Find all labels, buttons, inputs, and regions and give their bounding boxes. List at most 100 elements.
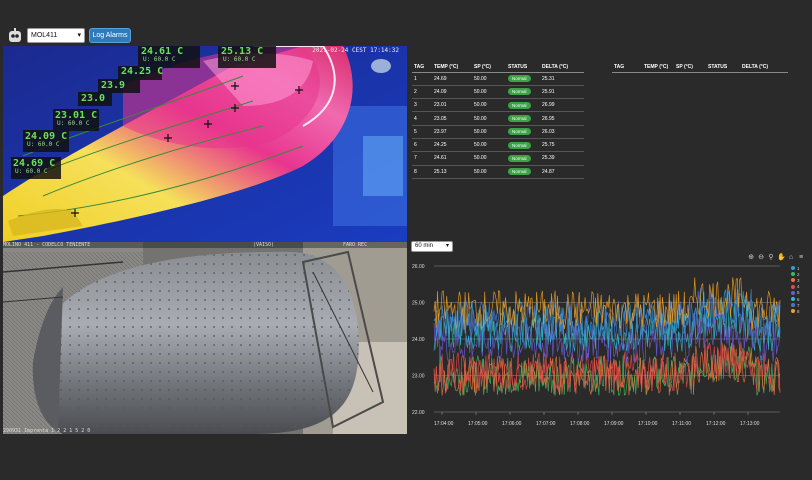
table-row: 2 24.09 50.00 Normal 25.91 (412, 85, 584, 100)
camera-caption-right: FARO REC (343, 242, 368, 248)
legend-swatch (791, 297, 795, 302)
camera-caption-bottom: 290931 Imprenta 1 2 2 1 5 2 0 (3, 428, 91, 434)
delta-cell: 24.87 (540, 165, 584, 179)
mill-select[interactable]: MOL411 ▾ (27, 28, 85, 43)
col-temp: TEMP (°C) (642, 63, 674, 73)
x-tick-label: 17:08:00 (570, 421, 590, 427)
tag-cell: 8 (412, 165, 432, 179)
chart-legend: 12345678 (791, 265, 809, 315)
legend-swatch (791, 266, 795, 271)
table-row: 1 24.69 50.00 Normal 25.31 (412, 72, 584, 86)
tag-cell: 3 (412, 98, 432, 113)
top-bar: MOL411 ▾ Log Alarms (0, 26, 812, 46)
spot-label-5: 23.9 (101, 80, 126, 91)
status-badge: Normal (508, 101, 531, 109)
mill-photo (3, 242, 407, 434)
chevron-down-icon: ▾ (445, 243, 449, 249)
delta-cell: 26.95 (540, 111, 584, 126)
y-tick-label: 24.00 (412, 337, 425, 343)
status-cell: Normal (506, 85, 540, 100)
legend-swatch (791, 303, 795, 308)
y-tick-label: 22.00 (412, 410, 425, 416)
legend-label: 1 (797, 265, 800, 271)
spot-label-4: 23.0 (81, 93, 106, 104)
camera-caption-top: MOLINO 411 - CODELCO TENIENTE (VAISO) FA… (3, 242, 407, 248)
status-cell: Normal (506, 151, 540, 166)
status-cell: Normal (506, 125, 540, 139)
status-badge: Normal (508, 128, 531, 136)
status-badge: Normal (508, 115, 531, 123)
x-tick-label: 17:05:00 (468, 421, 488, 427)
legend-label: 4 (797, 284, 800, 290)
temp-cell: 24.09 (432, 85, 472, 100)
thermal-camera-view: 2021-02-24 CEST 17:14:32 24.61 C U: 60.0… (3, 46, 407, 242)
thermal-timestamp: 2021-02-24 CEST 17:14:32 (312, 47, 399, 54)
legend-swatch (791, 272, 795, 277)
app-root: MOL411 ▾ Log Alarms 2021-02-24 CEST 17:1… (0, 0, 812, 480)
delta-cell: 25.39 (540, 151, 584, 166)
col-tag: TAG (612, 63, 642, 73)
sp-cell: 50.00 (472, 138, 506, 153)
delta-cell: 26.03 (540, 125, 584, 139)
status-cell: Normal (506, 98, 540, 113)
tag-cell: 1 (412, 72, 432, 86)
spot-sub-8: U: 60.0 C (223, 56, 256, 63)
status-badge: Normal (508, 168, 531, 176)
legend-swatch (791, 284, 795, 289)
table-row: 8 25.13 50.00 Normal 24.87 (412, 165, 584, 179)
col-status: STATUS (706, 63, 740, 73)
time-range-select[interactable]: 60 min ▾ (411, 241, 453, 252)
table-row: 5 23.97 50.00 Normal 26.03 (412, 125, 584, 139)
legend-swatch (791, 278, 795, 283)
sp-cell: 50.00 (472, 111, 506, 126)
delta-cell: 25.91 (540, 85, 584, 100)
temp-cell: 23.01 (432, 98, 472, 113)
temp-cell: 24.69 (432, 72, 472, 86)
table-row: 6 24.25 50.00 Normal 25.75 (412, 138, 584, 153)
spot-label-6: 24.25 C (121, 66, 164, 77)
legend-label: 7 (797, 302, 800, 308)
x-tick-label: 17:06:00 (502, 421, 522, 427)
sp-cell: 50.00 (472, 165, 506, 179)
delta-cell: 25.31 (540, 72, 584, 86)
status-cell: Normal (506, 165, 540, 179)
col-status: STATUS (506, 63, 540, 73)
col-sp: SP (°C) (674, 63, 706, 73)
camera-caption-mid: (VAISO) (253, 242, 275, 248)
thermal-image (3, 46, 407, 242)
status-badge: Normal (508, 154, 531, 162)
y-tick-label: 23.00 (412, 374, 425, 380)
sp-cell: 50.00 (472, 125, 506, 139)
x-tick-label: 17:09:00 (604, 421, 624, 427)
legend-label: 2 (797, 271, 800, 277)
y-tick-label: 25.00 (412, 301, 425, 307)
sp-cell: 50.00 (472, 98, 506, 113)
col-temp: TEMP (°C) (432, 63, 472, 73)
status-cell: Normal (506, 72, 540, 86)
delta-cell: 26.99 (540, 98, 584, 113)
legend-label: 8 (797, 308, 800, 314)
col-sp: SP (°C) (472, 63, 506, 73)
spot-sub-2: U: 60.0 C (27, 141, 60, 148)
sp-cell: 50.00 (472, 72, 506, 86)
x-tick-label: 17:10:00 (638, 421, 658, 427)
status-badge: Normal (508, 141, 531, 149)
status-badge: Normal (508, 75, 531, 83)
time-range-value: 60 min (415, 243, 434, 249)
tag-cell: 2 (412, 85, 432, 100)
legend-item[interactable]: 8 (791, 308, 809, 314)
log-alarms-button[interactable]: Log Alarms (89, 28, 131, 43)
temp-cell: 24.25 (432, 138, 472, 153)
spot-sub-3: U: 60.0 C (57, 120, 90, 127)
status-cell: Normal (506, 111, 540, 126)
x-tick-label: 17:04:00 (434, 421, 454, 427)
tag-cell: 7 (412, 151, 432, 166)
legend-label: 3 (797, 277, 800, 283)
x-tick-label: 17:07:00 (536, 421, 556, 427)
robot-logo-icon (9, 28, 21, 42)
legend-swatch (791, 290, 795, 295)
tag-cell: 6 (412, 138, 432, 153)
delta-cell: 25.75 (540, 138, 584, 153)
temp-cell: 23.97 (432, 125, 472, 139)
temp-cell: 25.13 (432, 165, 472, 179)
